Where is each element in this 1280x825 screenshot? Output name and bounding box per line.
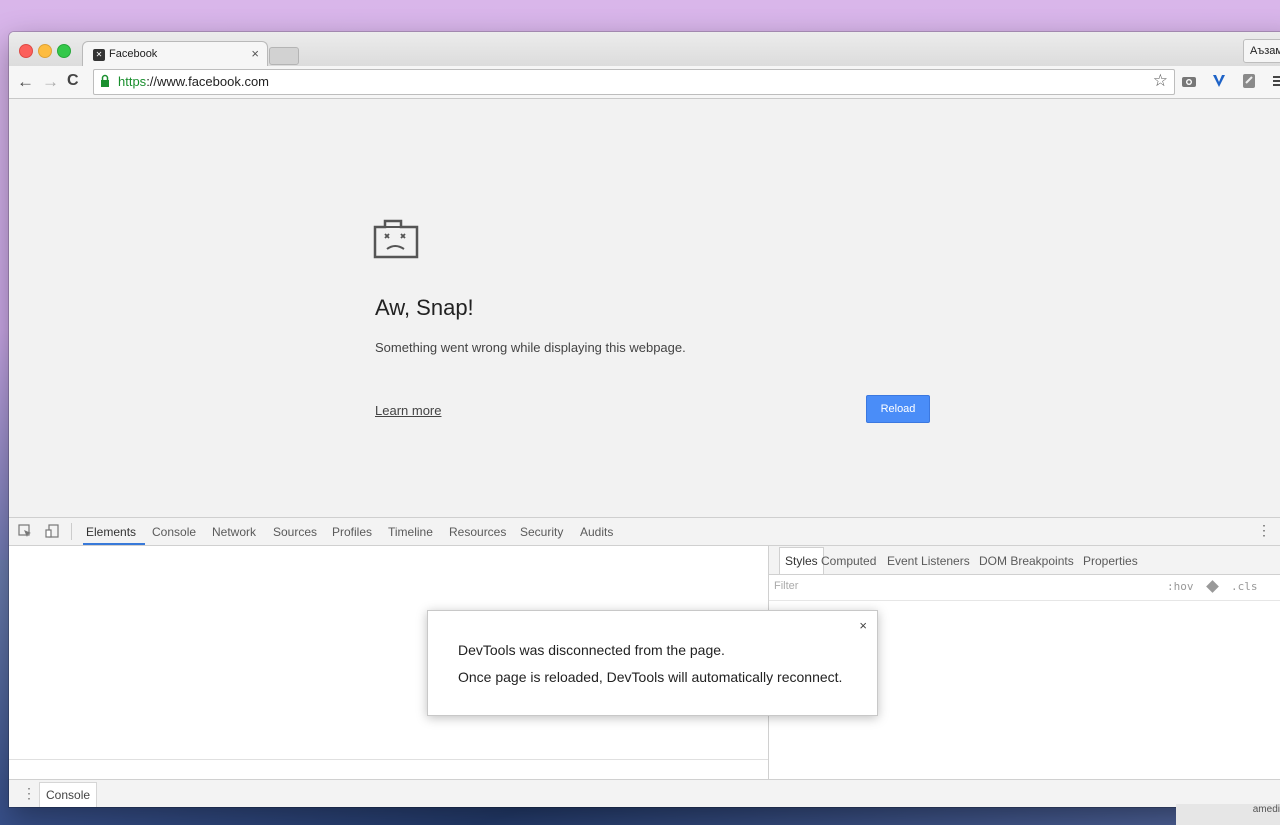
forward-arrow-icon[interactable]: →	[42, 72, 59, 92]
devtools-tab-bar: Elements Console Network Sources Profile…	[9, 518, 1280, 546]
title-bar: ✕ Facebook × Аъзам	[9, 32, 1280, 68]
bookmark-star-icon[interactable]: ☆	[1153, 71, 1168, 91]
device-mode-icon[interactable]	[45, 524, 59, 538]
more-options-icon[interactable]: ⋮	[1257, 522, 1271, 539]
url-text: https://www.facebook.com	[118, 74, 270, 89]
extension-shield-icon[interactable]	[1241, 73, 1257, 89]
hover-state-toggle[interactable]: :hov	[1167, 580, 1194, 593]
tab-dom-breakpoints[interactable]: DOM Breakpoints	[979, 554, 1074, 568]
dialog-message-line1: DevTools was disconnected from the page.	[458, 642, 725, 658]
inspect-element-icon[interactable]	[18, 524, 32, 538]
tab-timeline[interactable]: Timeline	[388, 525, 433, 539]
sad-tab-icon	[373, 219, 419, 259]
reload-icon[interactable]: C	[67, 72, 79, 90]
back-arrow-icon[interactable]: ←	[17, 72, 34, 92]
dialog-close-icon[interactable]: ×	[859, 618, 867, 633]
disconnect-dialog: × DevTools was disconnected from the pag…	[427, 610, 878, 716]
learn-more-link[interactable]: Learn more	[375, 403, 441, 418]
tab-network[interactable]: Network	[212, 525, 256, 539]
element-state-icon[interactable]	[1206, 580, 1219, 593]
profile-button[interactable]: Аъзам	[1243, 39, 1280, 63]
tab-close-icon[interactable]: ×	[251, 46, 259, 61]
active-tab-indicator	[83, 543, 145, 545]
tab-elements[interactable]: Elements	[86, 525, 136, 539]
crashed-tab-favicon-icon: ✕	[93, 49, 105, 61]
camera-icon[interactable]	[1181, 73, 1197, 89]
filter-input[interactable]: Filter	[774, 580, 798, 592]
maximize-window-button[interactable]	[57, 44, 71, 58]
error-heading: Aw, Snap!	[375, 295, 474, 320]
lock-icon	[101, 74, 109, 87]
error-message: Something went wrong while displaying th…	[375, 340, 686, 355]
minimize-window-button[interactable]	[38, 44, 52, 58]
menu-icon[interactable]	[1271, 73, 1280, 89]
drawer-tab-console[interactable]: Console	[39, 782, 98, 807]
browser-tab[interactable]: ✕ Facebook ×	[82, 41, 268, 68]
tab-profiles[interactable]: Profiles	[332, 525, 372, 539]
sidebar-tab-bar: Styles Computed Event Listeners DOM Brea…	[769, 546, 1280, 575]
tab-styles[interactable]: Styles	[779, 547, 824, 574]
extension-v-icon[interactable]	[1211, 73, 1227, 89]
tab-sources[interactable]: Sources	[273, 525, 317, 539]
close-window-button[interactable]	[19, 44, 33, 58]
browser-toolbar: ← → C https://www.facebook.com ☆	[9, 66, 1280, 99]
address-bar[interactable]: https://www.facebook.com ☆	[93, 69, 1175, 95]
class-toggle[interactable]: .cls	[1231, 580, 1258, 593]
tab-security[interactable]: Security	[520, 525, 563, 539]
toolbar-divider	[71, 523, 72, 540]
tab-audits[interactable]: Audits	[580, 525, 613, 539]
tab-event-listeners[interactable]: Event Listeners	[887, 554, 970, 568]
tab-console[interactable]: Console	[152, 525, 196, 539]
dialog-message-line2: Once page is reloaded, DevTools will aut…	[458, 669, 843, 685]
reload-button[interactable]: Reload	[866, 395, 930, 423]
breadcrumb-divider	[9, 759, 768, 760]
console-drawer-bar: ⋮ Console ✕	[9, 779, 1280, 807]
tab-resources[interactable]: Resources	[449, 525, 506, 539]
drawer-menu-icon[interactable]: ⋮	[22, 785, 36, 802]
crash-page: Aw, Snap! Something went wrong while dis…	[9, 99, 1280, 517]
notification-snippet: amedi	[1176, 804, 1280, 825]
styles-filter-row: Filter :hov .cls	[769, 575, 1280, 601]
tab-computed[interactable]: Computed	[821, 554, 876, 568]
new-tab-button[interactable]	[269, 47, 299, 65]
tab-properties[interactable]: Properties	[1083, 554, 1138, 568]
tab-title: Facebook	[109, 48, 158, 60]
